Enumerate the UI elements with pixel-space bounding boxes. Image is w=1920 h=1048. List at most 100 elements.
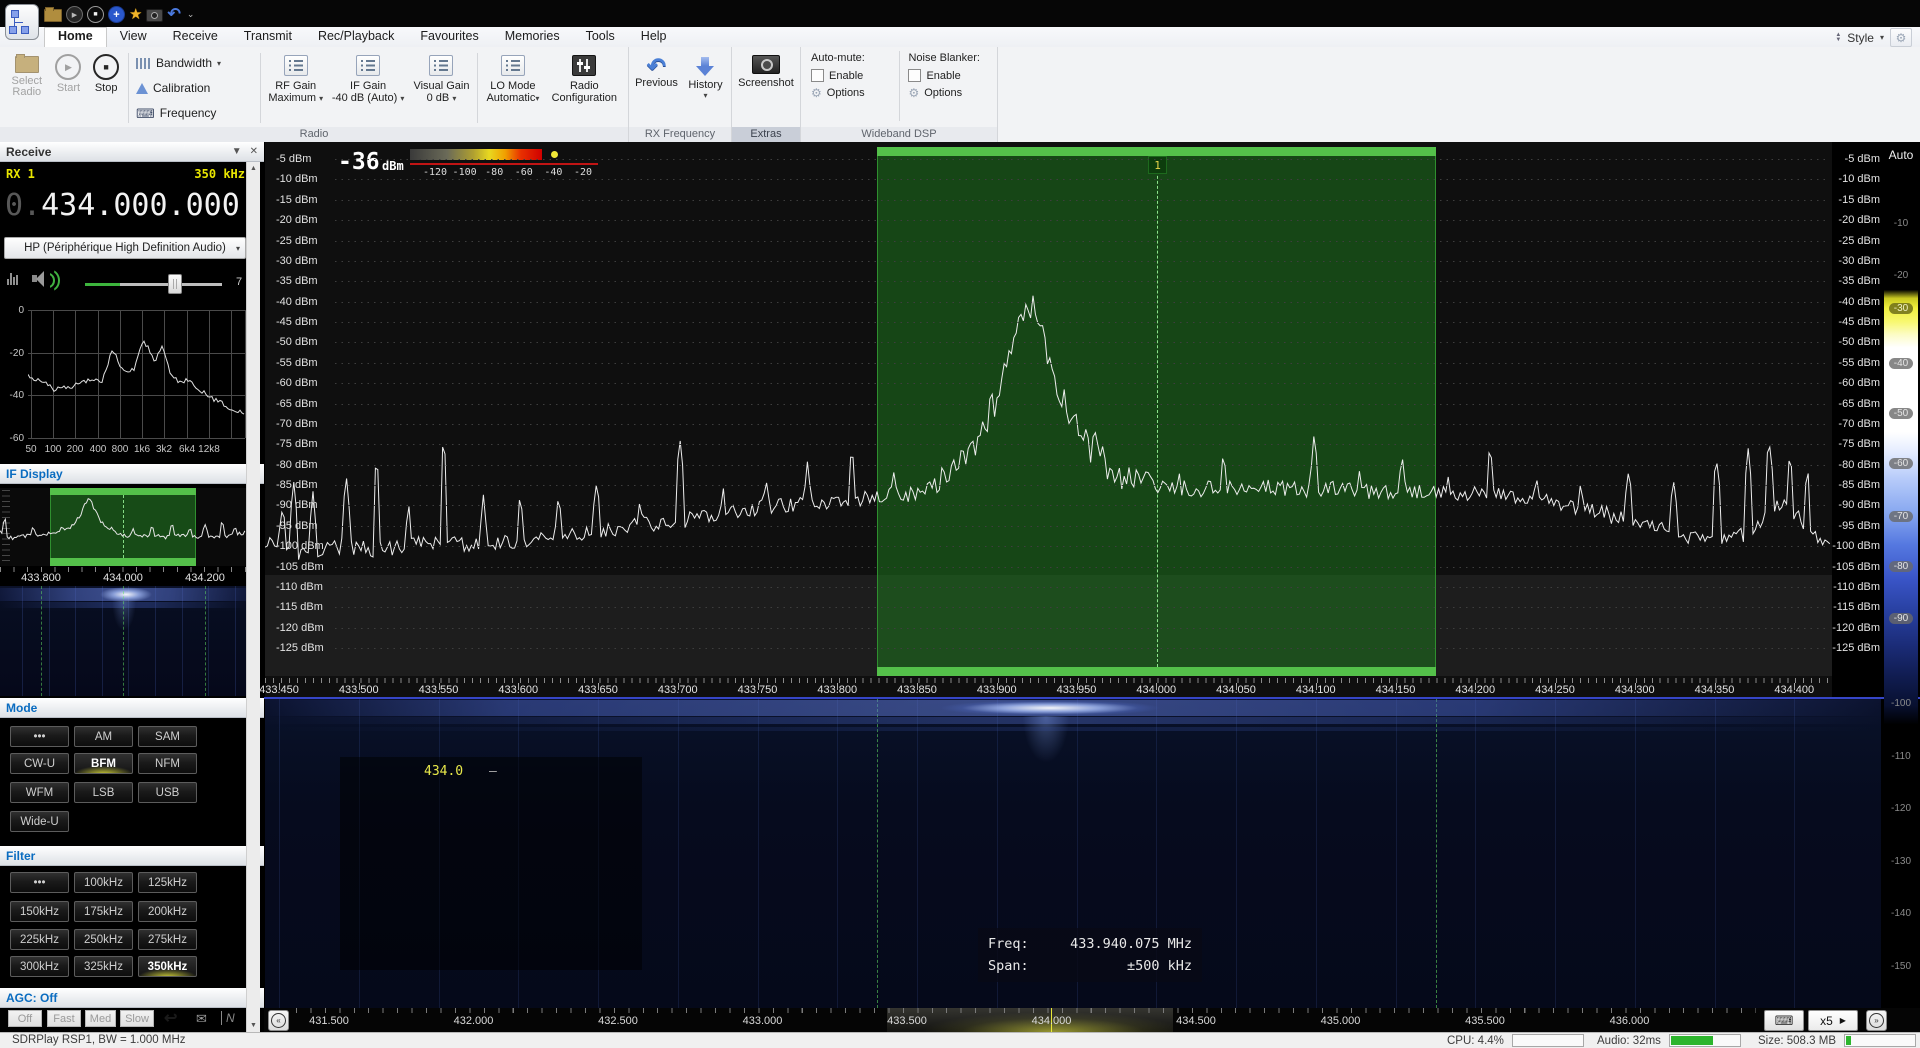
navigator-keyboard-button[interactable]: ⌨ (1764, 1010, 1804, 1031)
mode-button-wideu[interactable]: Wide-U (10, 811, 69, 832)
camera-icon[interactable] (146, 9, 163, 22)
panel-close-icon[interactable]: ✕ (250, 146, 258, 157)
frequency-button[interactable]: ⌨ Frequency (136, 103, 253, 123)
menu-tab-recplayback[interactable]: Rec/Playback (305, 27, 407, 47)
radio-configuration-button[interactable]: Radio Configuration (545, 51, 624, 104)
filter-button-100khz[interactable]: 100kHz (74, 872, 133, 893)
filter-button-225khz[interactable]: 225kHz (10, 929, 69, 950)
bandwidth-button[interactable]: Bandwidth▾ (136, 53, 253, 73)
mode-header[interactable]: Mode ▴ (0, 698, 264, 718)
menu-tab-view[interactable]: View (107, 27, 160, 47)
palette-tick: -110 (1884, 751, 1918, 762)
open-folder-icon[interactable] (44, 9, 62, 22)
agc-button-slow[interactable]: Slow (120, 1010, 154, 1027)
frequency-dim-digits[interactable]: 0. (5, 188, 41, 223)
menu-tab-favourites[interactable]: Favourites (407, 27, 491, 47)
mode-button-usb[interactable]: USB (138, 782, 197, 803)
filter-button-200khz[interactable]: 200kHz (138, 901, 197, 922)
panel-dropdown-icon[interactable]: ▼ (232, 146, 242, 157)
filter-button-175khz[interactable]: 175kHz (74, 901, 133, 922)
mode-button-nfm[interactable]: NFM (138, 753, 197, 774)
noise-blanker-options-button[interactable]: ⚙ Options (908, 87, 987, 99)
if-display-area[interactable]: 433.800434.000434.200 (0, 488, 246, 696)
filter-button-325khz[interactable]: 325kHz (74, 956, 133, 977)
menu-tab-transmit[interactable]: Transmit (231, 27, 305, 47)
equalizer-icon[interactable] (7, 273, 18, 285)
ribbon-group-rx-frequency: ↶ Previous History ▾ RX Frequency (629, 47, 732, 142)
menu-tab-receive[interactable]: Receive (160, 27, 231, 47)
frequency-display[interactable]: 0.434.000.000 (5, 188, 240, 223)
audio-device-select[interactable]: HP (Périphérique High Definition Audio) … (4, 237, 246, 259)
rf-gain-button[interactable]: RF Gain Maximum ▾ (264, 51, 327, 105)
navigator-scroll-left-button[interactable]: « (268, 1010, 289, 1031)
auto-mute-options-button[interactable]: ⚙ Options (811, 87, 890, 99)
filter-button-125khz[interactable]: 125kHz (138, 872, 197, 893)
agc-button-off[interactable]: Off (8, 1010, 42, 1027)
agc-button-fast[interactable]: Fast (47, 1010, 81, 1027)
scroll-up-icon[interactable]: ▲ (247, 165, 260, 172)
mode-button-wfm[interactable]: WFM (10, 782, 69, 803)
dbm-label-left: -55 dBm (276, 357, 318, 369)
play-icon[interactable]: ▶ (66, 6, 83, 23)
frequency-digits[interactable]: 434.000.000 (41, 188, 240, 223)
history-button[interactable]: History ▾ (684, 51, 727, 100)
frequency-tick-label: 433.750 (728, 684, 788, 696)
auto-mute-enable-checkbox[interactable]: Enable (811, 69, 890, 82)
filter-button-250khz[interactable]: 250kHz (74, 929, 133, 950)
lo-mode-button[interactable]: LO Mode Automatic▾ (481, 51, 544, 105)
collapse-ribbon-icon[interactable]: ▲▼ (1835, 33, 1841, 43)
menu-tab-home[interactable]: Home (44, 27, 107, 47)
filter-button-300khz[interactable]: 300kHz (10, 956, 69, 977)
panel-scrollbar[interactable]: ▲ ▼ (246, 162, 260, 1032)
palette-gradient[interactable] (1884, 172, 1918, 1008)
mode-button-am[interactable]: AM (74, 726, 133, 747)
filter-button-150khz[interactable]: 150kHz (10, 901, 69, 922)
undo-arrow-icon[interactable]: ↩ (164, 1008, 177, 1028)
style-menu[interactable]: Style (1847, 31, 1874, 45)
receive-panel-header[interactable]: Receive ▼✕ (0, 142, 264, 162)
mode-button-bfm[interactable]: BFM (74, 753, 133, 774)
visual-gain-button[interactable]: Visual Gain 0 dB ▾ (409, 51, 474, 105)
agc-button-med[interactable]: Med (85, 1010, 116, 1027)
favourite-star-icon[interactable]: ★ (129, 7, 142, 22)
filter-header[interactable]: Filter ▴ (0, 846, 264, 866)
undo-icon[interactable]: ↶ (167, 8, 180, 22)
speaker-icon[interactable] (32, 271, 56, 287)
mode-button-cwu[interactable]: CW-U (10, 753, 69, 774)
filter-button-350khz[interactable]: 350kHz (138, 956, 197, 977)
navigator-scroll-right-button[interactable]: » (1866, 1010, 1887, 1031)
customize-toolbar-icon[interactable]: ⌄ (187, 9, 195, 20)
envelope-icon[interactable]: ✉ (196, 1011, 207, 1027)
navigator-zoom-button[interactable]: x5▶ (1808, 1010, 1858, 1031)
scroll-down-icon[interactable]: ▼ (247, 1022, 260, 1029)
notch-icon[interactable]: N (221, 1011, 235, 1025)
menu-tab-help[interactable]: Help (628, 27, 680, 47)
dbm-label-left: -110 dBm (276, 581, 323, 593)
stop-icon[interactable]: ■ (87, 6, 104, 23)
dbm-label-right: -50 dBm (1824, 336, 1880, 348)
mode-button-sam[interactable]: SAM (138, 726, 197, 747)
calibration-button[interactable]: Calibration (136, 78, 253, 98)
noise-blanker-enable-checkbox[interactable]: Enable (908, 69, 987, 82)
waterfall-gridline (1794, 699, 1795, 1008)
filter-button-[interactable]: ••• (10, 872, 69, 893)
mode-button-lsb[interactable]: LSB (74, 782, 133, 803)
palette-auto-label[interactable]: Auto (1884, 148, 1918, 162)
select-radio-button[interactable]: Select Radio (4, 51, 50, 98)
if-waterfall-marker-line (123, 586, 124, 696)
stop-button[interactable]: ■ Stop (87, 51, 125, 94)
settings-gear-icon[interactable]: ⚙ (1890, 28, 1912, 47)
filter-button-275khz[interactable]: 275kHz (138, 929, 197, 950)
if-display-header[interactable]: IF Display ▴ (0, 464, 264, 484)
menu-tab-memories[interactable]: Memories (492, 27, 573, 47)
screenshot-button[interactable]: Screenshot (736, 51, 796, 89)
volume-slider-handle[interactable] (168, 274, 182, 294)
previous-button[interactable]: ↶ Previous (633, 51, 680, 89)
start-button[interactable]: ▶ Start (50, 51, 88, 94)
add-icon[interactable]: + (108, 6, 125, 23)
mode-button-[interactable]: ••• (10, 726, 69, 747)
agc-header[interactable]: AGC: Off ▴ (0, 988, 264, 1008)
if-gain-button[interactable]: IF Gain -40 dB (Auto) ▾ (327, 51, 408, 105)
app-menu-button[interactable] (5, 4, 39, 40)
menu-tab-tools[interactable]: Tools (573, 27, 628, 47)
